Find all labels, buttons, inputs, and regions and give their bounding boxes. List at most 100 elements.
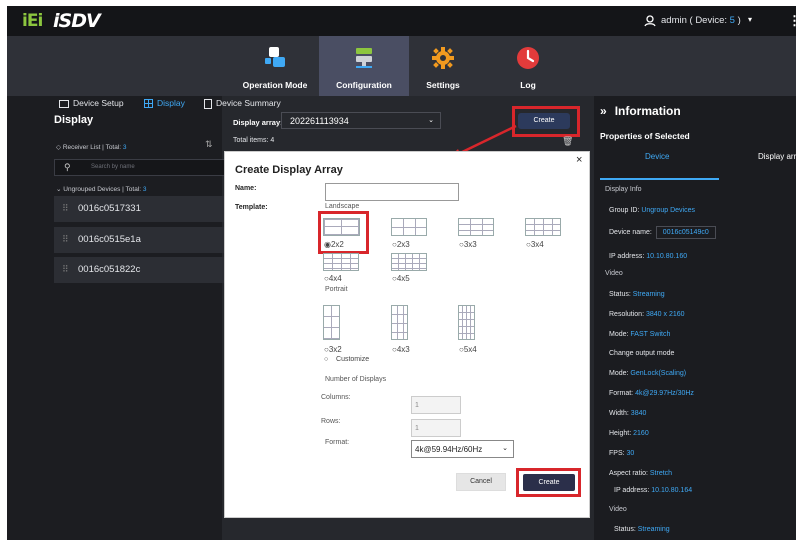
device-row[interactable]: ⠿ 0016c051822c bbox=[54, 257, 229, 283]
user-icon[interactable] bbox=[644, 14, 656, 32]
name-input[interactable] bbox=[325, 183, 459, 201]
value: GenLock(Scaling) bbox=[630, 370, 687, 377]
radio-3x4[interactable]: ○3x4 bbox=[526, 240, 544, 249]
device-name: 0016c051822c bbox=[78, 264, 141, 275]
main-nav: Operation Mode Configuration Settings Lo… bbox=[7, 36, 796, 96]
ungrouped-devices-header[interactable]: ⌄ Ungrouped Devices | Total: 3 bbox=[56, 185, 147, 193]
value: Ungroup Devices bbox=[641, 207, 696, 214]
search-icon: ⚲ bbox=[64, 162, 71, 172]
row-fps: FPS: 30 bbox=[609, 450, 634, 457]
nav-configuration[interactable]: Configuration bbox=[319, 36, 409, 96]
template-4x5-preview[interactable] bbox=[391, 253, 427, 271]
label: Mode: bbox=[609, 331, 629, 338]
sort-icon[interactable]: ⇅ bbox=[205, 139, 213, 150]
radio-label: 4x3 bbox=[396, 345, 410, 354]
radio-3x3[interactable]: ○3x3 bbox=[459, 240, 477, 249]
columns-input[interactable]: 1 bbox=[411, 396, 461, 414]
section-video: Video bbox=[605, 270, 623, 277]
label: Aspect ratio: bbox=[609, 470, 648, 477]
tab-display-array[interactable]: Display array bbox=[758, 152, 796, 161]
kebab-menu-icon[interactable]: ⋮ bbox=[788, 13, 796, 29]
radio-label: Customize bbox=[336, 356, 370, 363]
row-width: Width: 3840 bbox=[609, 410, 646, 417]
columns-label: Columns: bbox=[321, 394, 351, 401]
radio-4x4[interactable]: ○4x4 bbox=[324, 274, 342, 283]
row-status2: Status: Streaming bbox=[614, 526, 670, 533]
nav-label: Log bbox=[520, 80, 536, 90]
label: IP address: bbox=[614, 487, 650, 494]
radio-portrait-5x4[interactable]: ○5x4 bbox=[459, 345, 477, 354]
row-aspect: Aspect ratio: Stretch bbox=[609, 470, 672, 477]
display-array-select[interactable]: 202261113934 ⌄ bbox=[281, 112, 441, 129]
chevron-down-icon: ⌄ bbox=[428, 117, 434, 124]
nav-label: Settings bbox=[426, 80, 460, 90]
landscape-label: Landscape bbox=[325, 203, 360, 210]
display-array-value: 202261113934 bbox=[290, 116, 349, 126]
caret-down-icon[interactable]: ▾ bbox=[748, 15, 752, 24]
close-icon[interactable]: × bbox=[576, 154, 582, 166]
tab-display[interactable]: Display bbox=[144, 98, 185, 109]
value: 2160 bbox=[633, 430, 649, 437]
label: IP address: bbox=[609, 253, 645, 260]
row-ip2: IP address: 10.10.80.164 bbox=[614, 487, 692, 494]
template-portrait-3x2-preview[interactable] bbox=[323, 305, 340, 340]
highlight-box bbox=[318, 211, 369, 254]
device-name-field[interactable]: 0016c05149c0 bbox=[655, 226, 716, 239]
value: 30 bbox=[626, 450, 635, 457]
rows-label: Rows: bbox=[321, 418, 341, 425]
radio-customize[interactable]: ○ Customize bbox=[324, 356, 369, 363]
rows-input[interactable]: 1 bbox=[411, 419, 461, 437]
trash-icon[interactable]: 🗑 bbox=[562, 136, 573, 147]
tab-device-summary[interactable]: Device Summary bbox=[204, 98, 281, 109]
value: 3840 bbox=[630, 410, 647, 417]
cancel-button[interactable]: Cancel bbox=[456, 473, 506, 491]
label: FPS: bbox=[609, 450, 625, 457]
nav-log[interactable]: Log bbox=[507, 36, 549, 96]
template-4x4-preview[interactable] bbox=[323, 253, 359, 271]
section-display-info: Display Info bbox=[605, 186, 642, 193]
template-portrait-4x3-preview[interactable] bbox=[391, 305, 408, 340]
total-items: Total items: 4 bbox=[233, 137, 275, 144]
drag-handle-icon: ⠿ bbox=[62, 234, 68, 244]
template-3x4-preview[interactable] bbox=[525, 218, 561, 236]
user-label: admin ( Device: bbox=[661, 15, 727, 26]
number-of-displays-label: Number of Displays bbox=[325, 376, 387, 383]
nav-settings[interactable]: Settings bbox=[415, 36, 471, 96]
create-display-array-dialog: Create Display Array × Name: Template: L… bbox=[224, 151, 590, 518]
row-mode: Mode: FAST Switch bbox=[609, 331, 670, 338]
device-row[interactable]: ⠿ 0016c0517331 bbox=[54, 196, 229, 222]
template-portrait-5x4-preview[interactable] bbox=[458, 305, 475, 340]
label: Status: bbox=[614, 526, 636, 533]
value: Streaming bbox=[637, 526, 670, 533]
user-menu[interactable]: admin ( Device: 5 ) bbox=[661, 15, 741, 26]
brand-logo-mark: iEi bbox=[22, 11, 43, 31]
grid-icon bbox=[144, 99, 153, 109]
chevron-right-double-icon[interactable]: » bbox=[600, 104, 607, 118]
nav-operation-mode[interactable]: Operation Mode bbox=[235, 36, 315, 96]
nav-label: Configuration bbox=[336, 80, 392, 90]
value: 10.10.80.160 bbox=[646, 253, 688, 260]
label: Group ID: bbox=[609, 207, 640, 214]
tab-device[interactable]: Device bbox=[645, 152, 669, 161]
radio-4x5[interactable]: ○4x5 bbox=[392, 274, 410, 283]
user-label-close: ) bbox=[734, 15, 741, 26]
search-input[interactable]: ⚲ Search by name bbox=[54, 159, 229, 176]
format-select[interactable]: 4k@59.94Hz/60Hz ⌄ bbox=[411, 440, 514, 458]
radio-2x3[interactable]: ○2x3 bbox=[392, 240, 410, 249]
row-resolution: Resolution: 3840 x 2160 bbox=[609, 311, 685, 318]
radio-label: 3x2 bbox=[328, 345, 342, 354]
radio-label: 4x5 bbox=[396, 274, 410, 283]
tab-device-setup[interactable]: Device Setup bbox=[59, 98, 124, 108]
device-row[interactable]: ⠿ 0016c0515e1a bbox=[54, 227, 229, 253]
radio-portrait-3x2[interactable]: ○3x2 bbox=[324, 345, 342, 354]
radio-portrait-4x3[interactable]: ○4x3 bbox=[392, 345, 410, 354]
radio-label: 3x4 bbox=[530, 240, 544, 249]
top-bar: iEi iSDV admin ( Device: 5 ) ▾ ⋮ bbox=[7, 6, 796, 36]
brand-logo-text: iSDV bbox=[53, 10, 101, 32]
template-3x3-preview[interactable] bbox=[458, 218, 494, 236]
highlight-box bbox=[516, 468, 581, 497]
log-clock-icon bbox=[516, 46, 540, 72]
information-title: Information bbox=[614, 104, 681, 118]
configuration-icon bbox=[353, 46, 375, 70]
template-2x3-preview[interactable] bbox=[391, 218, 427, 236]
